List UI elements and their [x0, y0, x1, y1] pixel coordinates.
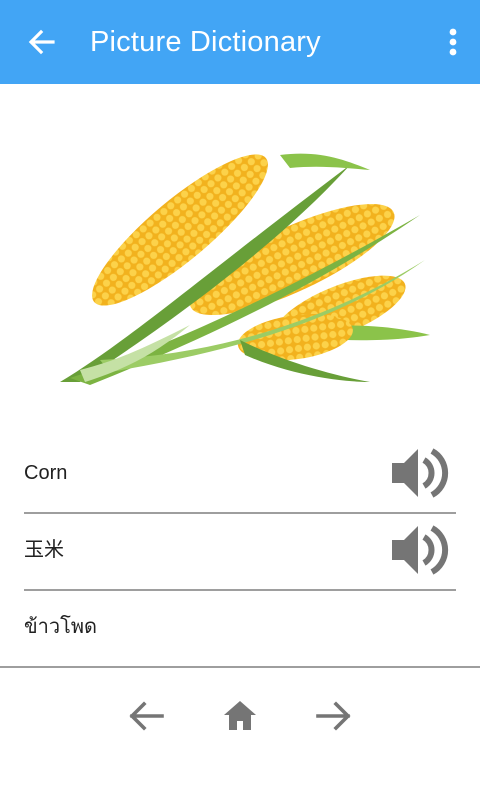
- app-bar: Picture Dictionary: [0, 0, 480, 84]
- previous-word-button[interactable]: [124, 694, 168, 738]
- word-thai: ข้าวโพด: [24, 616, 98, 638]
- bottom-navigation: [0, 686, 480, 746]
- overflow-menu-button[interactable]: [438, 22, 468, 62]
- speaker-icon: [392, 525, 449, 575]
- play-audio-button-english[interactable]: [390, 445, 450, 501]
- speaker-icon: [392, 448, 449, 498]
- arrow-left-icon: [28, 29, 55, 55]
- word-english: Corn: [24, 462, 68, 484]
- page-title: Picture Dictionary: [90, 26, 321, 58]
- home-icon: [224, 701, 256, 730]
- home-button[interactable]: [218, 694, 262, 738]
- word-chinese: 玉米: [24, 539, 64, 561]
- entry-row-english: Corn: [24, 435, 456, 514]
- entry-row-thai: ข้าวโพด: [0, 589, 480, 668]
- word-picture: [40, 120, 440, 410]
- more-vertical-icon: [449, 28, 457, 56]
- entry-row-chinese: 玉米: [24, 512, 456, 591]
- arrow-right-icon: [316, 701, 351, 731]
- arrow-left-icon: [129, 701, 164, 731]
- back-button[interactable]: [22, 22, 62, 62]
- next-word-button[interactable]: [312, 694, 356, 738]
- play-audio-button-chinese[interactable]: [390, 522, 450, 578]
- corn-image: [60, 153, 430, 385]
